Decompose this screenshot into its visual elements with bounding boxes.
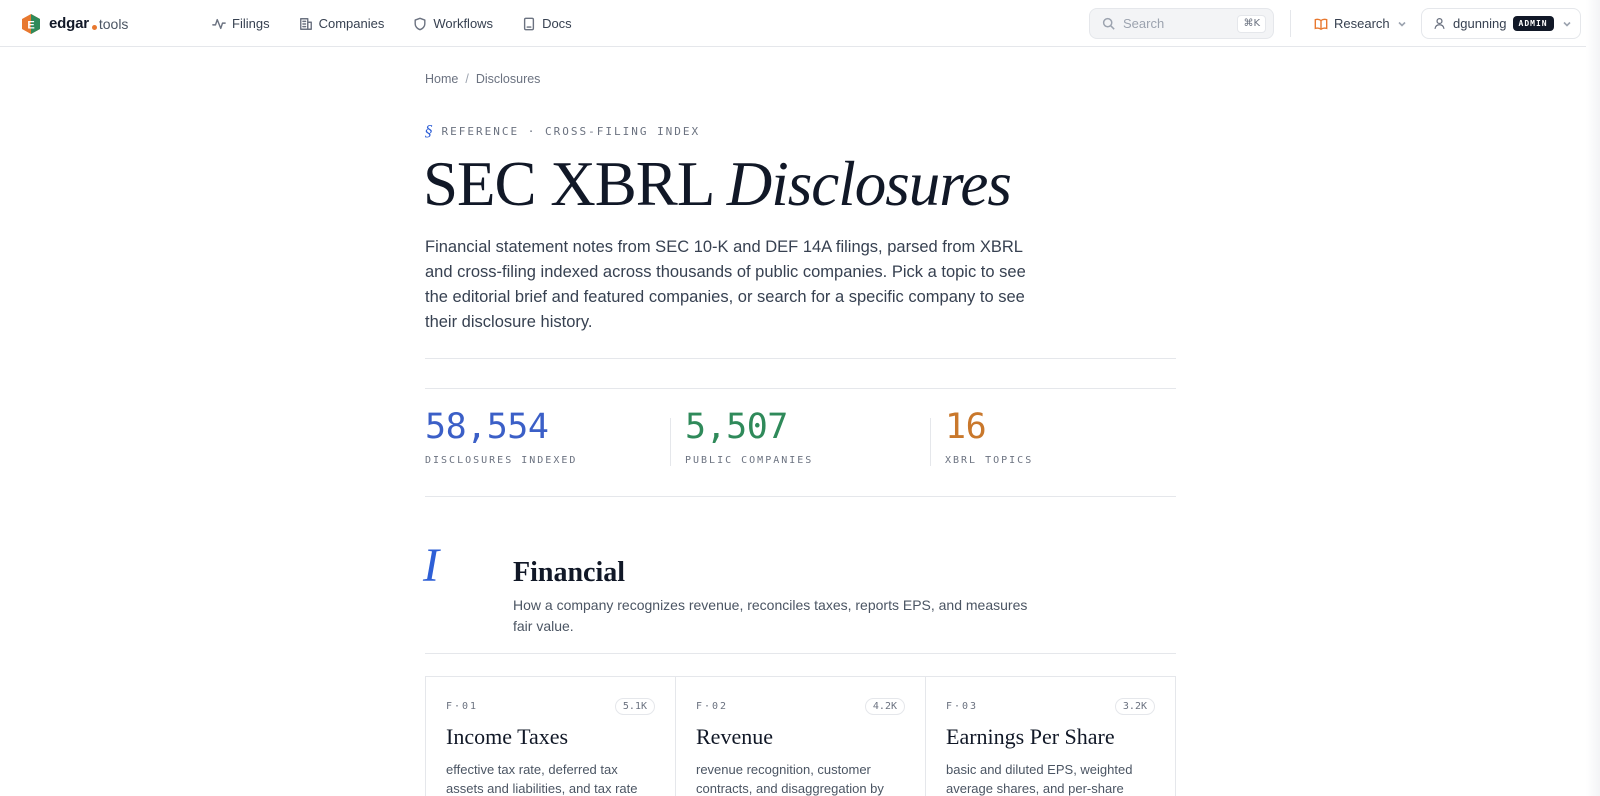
topic-title: Income Taxes [446,724,569,749]
chevron-down-icon [1563,21,1571,27]
topic-card-grid: F·01 5.1K Income Taxes effective tax rat… [425,676,1176,796]
stat-divider [930,418,931,466]
stat-companies-label: PUBLIC COMPANIES [685,455,814,466]
hero-divider [425,358,1176,359]
stat-disclosures: 58,554 DISCLOSURES INDEXED [425,407,578,467]
search-input[interactable] [1123,16,1243,31]
stats-top-border [425,388,1176,389]
brand-suffix: tools [98,15,129,32]
page-description: Financial statement notes from SEC 10-K … [425,238,1026,331]
breadcrumb-home-link[interactable]: Home [425,72,458,86]
stat-topics: 16 XBRL TOPICS [945,407,1034,467]
topic-title: Revenue [696,724,773,749]
stat-disclosures-label: DISCLOSURES INDEXED [425,455,578,466]
nav-docs[interactable]: Docs [522,0,572,47]
research-label: Research [1334,16,1390,31]
book-open-icon [1314,18,1328,30]
nav-docs-label: Docs [542,16,572,31]
top-navigation-bar: E edgar tools Filings Companies Workflow… [0,0,1600,47]
section-sign-icon: § [425,122,433,140]
stats-bottom-border [425,496,1176,497]
nav-divider [1290,10,1291,37]
research-menu-button[interactable]: Research [1314,0,1407,47]
stat-topics-value: 16 [945,407,987,447]
stat-divider [670,418,671,466]
breadcrumb-current: Disclosures [475,72,541,86]
search-box[interactable]: ⌘K [1089,8,1274,39]
nav-companies-label: Companies [318,16,385,31]
topic-description: revenue recognition, customer contracts,… [696,762,884,796]
topic-card-earnings-per-share[interactable]: F·03 3.2K Earnings Per Share basic and d… [926,677,1175,796]
building-icon [299,17,312,30]
topic-card-revenue[interactable]: F·02 4.2K Revenue revenue recognition, c… [676,677,926,796]
topic-title: Earnings Per Share [946,724,1115,749]
stat-topics-label: XBRL TOPICS [945,455,1034,466]
logo-letter: E [27,19,34,31]
breadcrumb: Home / Disclosures [425,72,540,86]
topic-count-badge: 4.2K [864,698,905,715]
nav-companies[interactable]: Companies [299,0,385,47]
topic-description: basic and diluted EPS, weighted average … [946,762,1133,796]
search-icon [1102,17,1115,30]
user-menu-button[interactable]: dgunning ADMIN [1421,8,1581,39]
stat-companies: 5,507 PUBLIC COMPANIES [685,407,814,467]
edgar-logo-icon: E [22,13,40,34]
nav-filings[interactable]: Filings [212,0,270,47]
brand-logo-link[interactable]: E edgar tools [22,13,128,34]
topic-count-badge: 3.2K [1114,698,1155,715]
user-icon [1434,17,1445,29]
topic-count-badge: 5.1K [614,698,655,715]
nav-workflows-label: Workflows [433,16,494,31]
document-icon [523,17,535,30]
section-divider [425,653,1176,654]
page-title-italic: Disclosures [726,149,1012,219]
page-title: SEC XBRL Disclosures [423,149,1012,219]
stat-companies-value: 5,507 [685,407,788,447]
shield-icon [414,17,426,30]
hero-eyebrow: § REFERENCE · CROSS-FILING INDEX [425,122,700,140]
page-title-plain: SEC XBRL [423,149,727,219]
topic-card-income-taxes[interactable]: F·01 5.1K Income Taxes effective tax rat… [426,677,676,796]
main-nav: Filings Companies Workflows Docs [212,0,601,47]
user-name: dgunning [1453,16,1507,31]
scrollbar-track[interactable] [1586,0,1600,796]
section-description: How a company recognizes revenue, reconc… [513,597,1028,634]
topic-description: effective tax rate, deferred tax assets … [446,762,638,796]
nav-workflows[interactable]: Workflows [413,0,493,47]
stat-disclosures-value: 58,554 [425,407,549,447]
breadcrumb-separator: / [465,72,469,86]
admin-badge: ADMIN [1512,16,1554,31]
brand-dot [91,25,97,30]
search-shortcut-hint: ⌘K [1237,15,1266,33]
section-numeral: I [423,539,439,592]
chevron-down-icon [1398,21,1406,27]
activity-icon [212,18,226,29]
hero-eyebrow-text: REFERENCE · CROSS-FILING INDEX [441,124,701,138]
brand-name: edgar [49,15,89,32]
section-title: Financial [513,557,626,588]
nav-filings-label: Filings [232,16,270,31]
